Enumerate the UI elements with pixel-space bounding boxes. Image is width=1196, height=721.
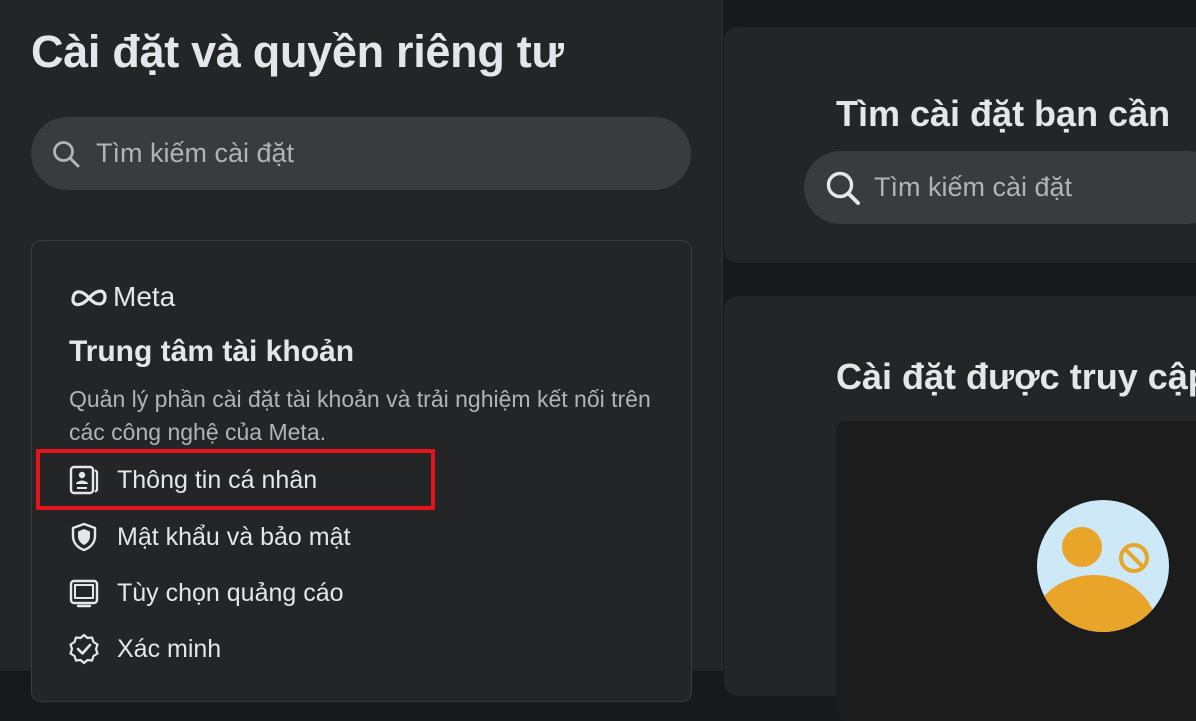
verified-badge-icon <box>68 633 100 665</box>
recent-settings-placeholder <box>836 421 1196 721</box>
search-settings-panel: Tìm cài đặt bạn cần <box>724 27 1196 263</box>
main-search-box[interactable] <box>804 151 1196 224</box>
accounts-center-description: Quản lý phần cài đặt tài khoản và trải n… <box>69 386 651 445</box>
sidebar-search-box[interactable] <box>31 117 691 190</box>
restricted-profile-icon <box>1037 500 1169 632</box>
menu-item-verification[interactable]: Xác minh <box>68 633 221 665</box>
main-search-input[interactable] <box>872 171 1196 204</box>
shield-icon <box>68 521 100 553</box>
meta-logo: Meta <box>69 281 175 313</box>
recent-settings-title: Cài đặt được truy cập <box>836 356 1196 397</box>
recent-settings-panel: Cài đặt được truy cập <box>724 296 1196 721</box>
menu-item-label: Xác minh <box>117 634 222 663</box>
menu-item-label: Mật khẩu và bảo mật <box>117 522 351 551</box>
meta-brand-text: Meta <box>113 281 176 312</box>
search-settings-title: Tìm cài đặt bạn cần <box>836 93 1171 134</box>
highlight-box <box>36 449 435 510</box>
menu-item-ad-preferences[interactable]: Tùy chọn quảng cáo <box>68 577 344 609</box>
search-icon <box>51 137 85 171</box>
sidebar-search-input[interactable] <box>94 137 658 170</box>
meta-infinity-icon <box>71 289 107 307</box>
accounts-center-title: Trung tâm tài khoản <box>69 335 355 368</box>
monitor-icon <box>68 577 100 609</box>
page-title: Cài đặt và quyền riêng tư <box>31 26 564 77</box>
menu-item-label: Tùy chọn quảng cáo <box>117 578 344 607</box>
menu-item-password-security[interactable]: Mật khẩu và bảo mật <box>68 521 350 553</box>
settings-sidebar: Cài đặt và quyền riêng tư Meta Trung tâm… <box>0 0 723 702</box>
search-icon <box>824 168 864 208</box>
